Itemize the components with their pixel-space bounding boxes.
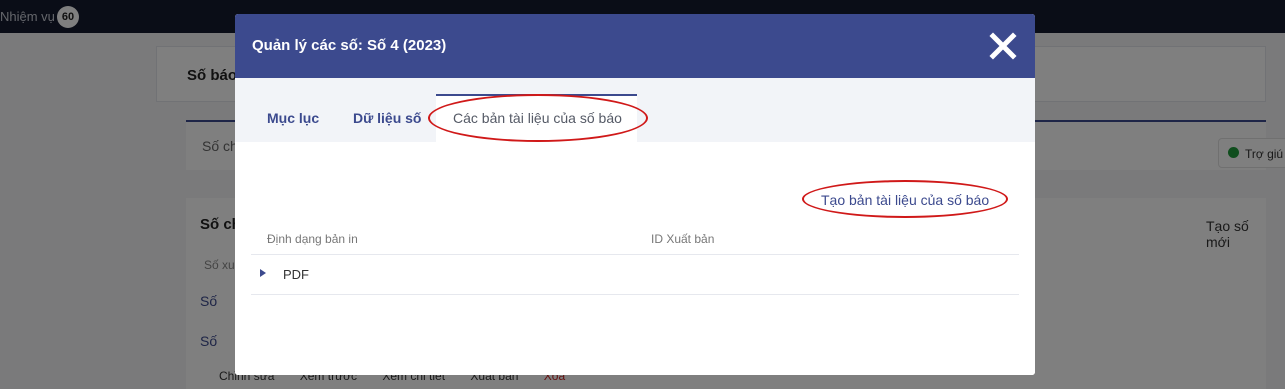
close-icon[interactable] <box>987 30 1019 62</box>
modal-tabs: Mục lục Dữ liệu số Các bản tài liệu của … <box>235 78 1035 142</box>
documents-panel: Tạo bản tài liệu của số báo Định dạng bả… <box>235 142 1035 375</box>
column-header-publish-id: ID Xuất bản <box>651 232 715 246</box>
divider <box>251 294 1019 295</box>
tab-table-of-contents[interactable]: Mục lục <box>267 110 319 126</box>
column-header-format: Định dạng bản in <box>267 232 358 246</box>
modal-header: Quản lý các số: Số 4 (2023) <box>235 14 1035 78</box>
table-row-format[interactable]: PDF <box>283 267 309 282</box>
divider <box>251 254 1019 255</box>
modal-title: Quản lý các số: Số 4 (2023) <box>252 37 447 54</box>
create-document-link[interactable]: Tạo bản tài liệu của số báo <box>821 192 989 208</box>
tab-issue-data[interactable]: Dữ liệu số <box>353 110 421 126</box>
tab-documents-label[interactable]: Các bản tài liệu của số báo <box>453 110 622 126</box>
manage-issue-modal: Quản lý các số: Số 4 (2023) Mục lục Dữ l… <box>235 14 1035 375</box>
expand-caret-icon[interactable] <box>260 269 266 277</box>
